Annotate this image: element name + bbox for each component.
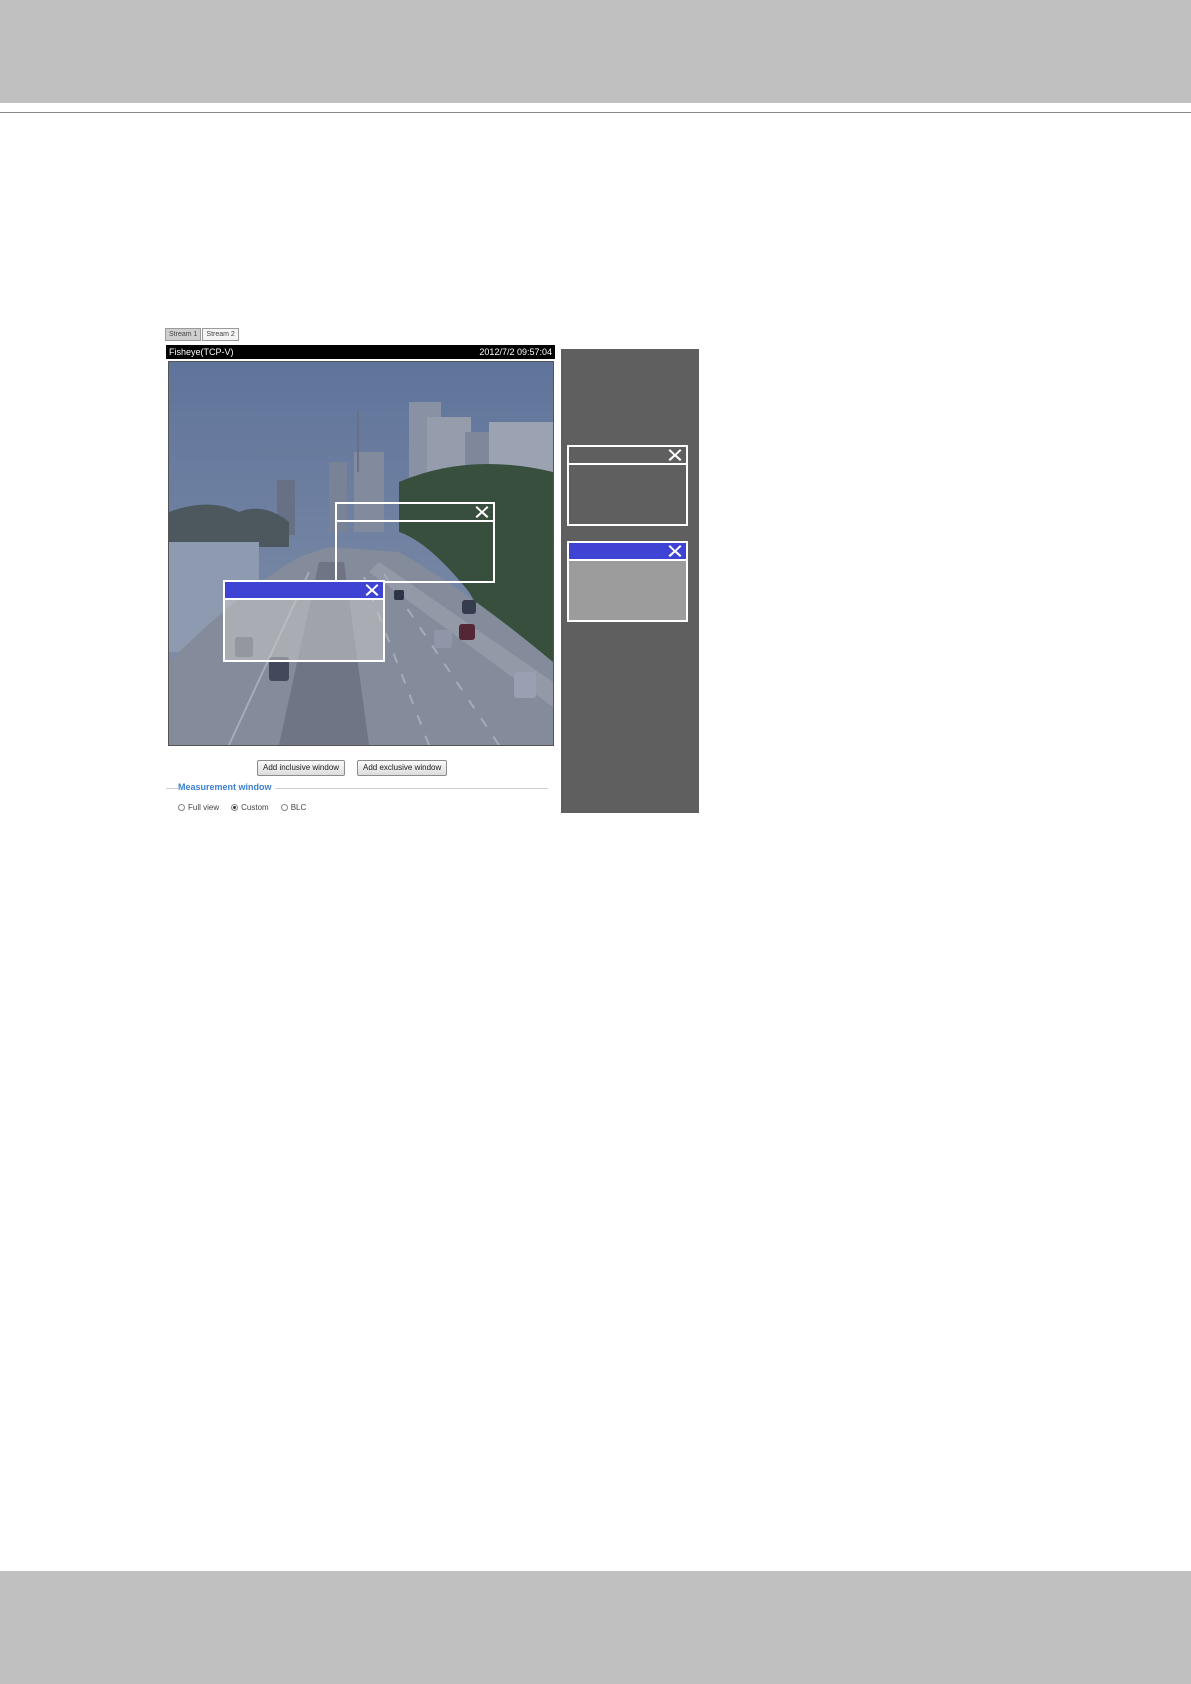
viewer-title-bar: Fisheye(TCP-V) 2012/7/2 09:57:04	[166, 345, 555, 359]
radio-blc[interactable]: BLC	[280, 803, 307, 812]
inclusive-sample-titlebar	[569, 543, 686, 561]
tab-stream-1[interactable]: Stream 1	[165, 328, 202, 341]
radio-label: Full view	[188, 803, 220, 812]
tab-stream-2[interactable]: Stream 2	[202, 328, 239, 341]
radio-button[interactable]	[178, 804, 185, 811]
live-video-view[interactable]	[168, 361, 554, 746]
close-icon[interactable]	[364, 582, 380, 598]
exclusive-window-titlebar[interactable]	[337, 504, 493, 522]
measurement-window-legend: Measurement window	[178, 782, 275, 792]
exclusive-window-sample	[567, 445, 688, 526]
add-inclusive-window-button[interactable]: Add inclusive window	[257, 760, 346, 776]
radio-label: Custom	[241, 803, 269, 812]
header-rule	[0, 112, 1191, 113]
page-header-band	[0, 0, 1191, 103]
timestamp: 2012/7/2 09:57:04	[479, 347, 552, 357]
radio-custom[interactable]: Custom	[231, 803, 269, 812]
exclusive-window[interactable]	[335, 502, 495, 583]
close-icon[interactable]	[474, 504, 490, 520]
radio-full-view[interactable]: Full view	[178, 803, 219, 812]
page-footer-band	[0, 1571, 1191, 1684]
add-exclusive-window-button[interactable]: Add exclusive window	[357, 760, 448, 776]
close-icon	[667, 447, 683, 463]
source-label: Fisheye(TCP-V)	[169, 347, 234, 357]
radio-button-selected[interactable]	[231, 804, 239, 811]
radio-label: BLC	[290, 803, 307, 812]
inclusive-window[interactable]	[223, 580, 385, 662]
close-icon	[667, 543, 683, 559]
stream-tabs: Stream 1 Stream 2	[165, 328, 239, 341]
exclusive-sample-titlebar	[569, 447, 686, 465]
inclusive-window-sample	[567, 541, 688, 622]
measurement-options: Full view Custom BLC	[178, 803, 306, 812]
inclusive-window-titlebar[interactable]	[225, 582, 383, 600]
radio-button[interactable]	[280, 804, 288, 811]
window-legend-panel	[561, 349, 699, 813]
